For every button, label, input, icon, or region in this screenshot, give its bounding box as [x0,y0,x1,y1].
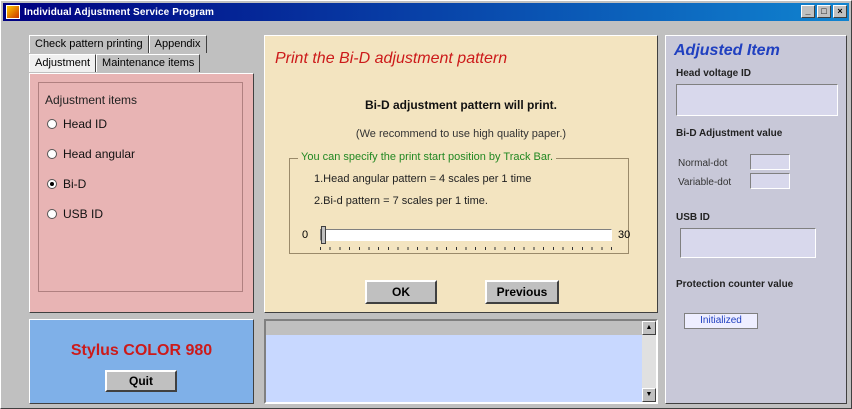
trackbar-group: You can specify the print start position… [289,151,631,254]
trackbar-thumb[interactable] [321,226,326,244]
radio-usb-id[interactable]: USB ID [47,207,236,221]
radio-circle[interactable] [47,119,57,129]
normal-dot-label: Normal-dot [678,158,728,169]
printer-model-name: Stylus COLOR 980 [70,342,213,359]
radio-circle[interactable] [47,149,57,159]
tab-row-top: Check pattern printing Appendix [29,35,207,53]
head-voltage-label: Head voltage ID [676,68,752,79]
log-header [266,321,642,335]
pattern-line-1: 1.Head angular pattern = 4 scales per 1 … [314,173,532,185]
ok-button[interactable]: OK [365,280,437,304]
tab-adjustment[interactable]: Adjustment [29,54,97,72]
pattern-line-2: 2.Bi-d pattern = 7 scales per 1 time. [314,195,488,207]
adjustment-items-group: Adjustment items Head ID Head angular Bi… [38,82,243,292]
model-panel: Stylus COLOR 980 Quit [29,319,254,404]
variable-dot-field [750,173,790,189]
tab-row-bottom: Adjustment Maintenance items [29,54,201,72]
variable-dot-label: Variable-dot [678,177,732,188]
maximize-button[interactable]: □ [817,5,831,18]
log-panel[interactable]: ▲ ▼ [264,319,658,404]
radio-circle[interactable] [47,209,57,219]
usb-id-field [680,228,816,258]
tab-appendix[interactable]: Appendix [148,35,207,53]
radio-label: Bi-D [63,177,87,191]
radio-label: Head angular [63,147,136,161]
adjusted-item-title: Adjusted Item [674,42,780,59]
quit-button[interactable]: Quit [105,370,177,392]
position-trackbar[interactable] [320,226,612,244]
trackbar-ticks [320,247,612,250]
trackbar-group-legend: You can specify the print start position… [298,151,557,163]
tab-control: Check pattern printing Appendix Adjustme… [29,35,254,313]
radio-head-id[interactable]: Head ID [47,117,236,131]
page-title: Print the Bi-D adjustment pattern [275,50,508,67]
trackbar-min: 0 [302,229,309,241]
close-button[interactable]: × [833,5,847,18]
radio-label: Head ID [63,117,108,131]
protection-counter-value: Initialized [684,313,758,329]
adjustment-items-title: Adjustment items [45,93,138,107]
previous-button[interactable]: Previous [485,280,559,304]
radio-circle-selected[interactable] [47,179,57,189]
protection-counter-label: Protection counter value [676,279,794,290]
window-title: Individual Adjustment Service Program [24,6,215,18]
tab-check-pattern[interactable]: Check pattern printing [29,35,149,53]
radio-label: USB ID [63,207,104,221]
paper-recommendation: (We recommend to use high quality paper.… [355,128,567,140]
usb-id-label: USB ID [676,212,710,223]
trackbar-max: 30 [618,229,631,241]
radio-head-angular[interactable]: Head angular [47,147,236,161]
scroll-up-icon[interactable]: ▲ [642,321,656,335]
app-window: Individual Adjustment Service Program _ … [0,0,852,409]
pattern-subtitle: Bi-D adjustment pattern will print. [364,98,557,112]
adjustment-tab-panel: Adjustment items Head ID Head angular Bi… [29,73,254,313]
log-scrollbar[interactable]: ▲ ▼ [642,321,656,402]
minimize-button[interactable]: _ [801,5,815,18]
bid-value-label: Bi-D Adjustment value [676,128,783,139]
center-panel: Print the Bi-D adjustment pattern Bi-D a… [264,35,658,313]
tab-maintenance[interactable]: Maintenance items [96,54,201,72]
scroll-down-icon[interactable]: ▼ [642,388,656,402]
title-bar[interactable]: Individual Adjustment Service Program _ … [3,3,849,21]
app-icon [6,5,20,19]
head-voltage-field [676,84,838,116]
adjusted-item-panel: Adjusted Item Head voltage ID Bi-D Adjus… [665,35,847,404]
radio-bi-d[interactable]: Bi-D [47,177,236,191]
normal-dot-field [750,154,790,170]
